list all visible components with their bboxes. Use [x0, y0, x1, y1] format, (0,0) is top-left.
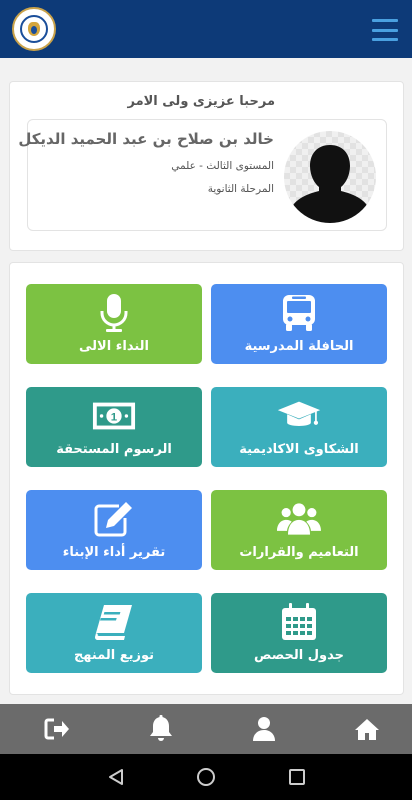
recents-icon[interactable] — [287, 767, 307, 787]
home-circle-icon[interactable] — [196, 767, 216, 787]
auto-call-label: النداء الالى — [79, 339, 149, 354]
circulars-tile[interactable]: التعاميم والقرارات — [211, 490, 387, 570]
sign-out-icon[interactable] — [42, 714, 72, 744]
school-bus-label: الحافلة المدرسية — [244, 339, 354, 354]
edit-icon — [92, 499, 136, 539]
class-schedule-tile[interactable]: جدول الحصص — [211, 593, 387, 673]
calendar-icon — [277, 602, 321, 642]
academic-complaints-label: الشكاوى الاكاديمية — [239, 442, 359, 457]
auto-call-tile[interactable]: النداء الالى — [26, 284, 202, 364]
fees-due-label: الرسوم المستحقة — [56, 442, 172, 457]
academic-complaints-tile[interactable]: الشكاوى الاكاديمية — [211, 387, 387, 467]
bell-icon[interactable] — [146, 714, 176, 744]
home-icon[interactable] — [352, 714, 382, 744]
school-logo — [12, 7, 56, 51]
svg-text:1: 1 — [111, 411, 118, 423]
services-grid: الحافلة المدرسية النداء الالى الشكاوى ال… — [9, 262, 404, 695]
app: مرحبا عزيزى ولى الامر خالد بن صلاح بن عب… — [0, 0, 412, 800]
book-icon — [92, 602, 136, 642]
curriculum-distribution-label: توزيع المنهج — [73, 648, 155, 663]
users-icon — [277, 499, 321, 539]
student-card[interactable]: خالد بن صلاح بن عبد الحميد الديكل المستو… — [18, 119, 387, 231]
class-schedule-label: جدول الحصص — [253, 648, 345, 663]
circulars-label: التعاميم والقرارات — [239, 545, 359, 560]
user-icon[interactable] — [249, 714, 279, 744]
performance-report-tile[interactable]: تقرير أداء الإبناء — [26, 490, 202, 570]
bus-icon — [277, 293, 321, 333]
bottom-nav — [0, 704, 412, 754]
app-header — [0, 0, 412, 58]
money-bill-icon: 1 — [92, 396, 136, 436]
avatar — [284, 131, 376, 223]
school-bus-tile[interactable]: الحافلة المدرسية — [211, 284, 387, 364]
student-stage: المرحلة الثانوية — [207, 183, 274, 195]
system-navigation-bar — [0, 754, 412, 800]
welcome-title: مرحبا عزيزى ولى الامر — [127, 94, 275, 109]
student-name: خالد بن صلاح بن عبد الحميد الديكل — [18, 130, 274, 148]
graduation-cap-icon — [277, 396, 321, 436]
welcome-card: مرحبا عزيزى ولى الامر خالد بن صلاح بن عب… — [9, 81, 404, 251]
back-icon[interactable] — [106, 767, 126, 787]
hamburger-menu-icon[interactable] — [372, 19, 398, 41]
logo-emblem-icon — [20, 15, 48, 43]
user-silhouette-icon — [291, 145, 369, 223]
microphone-icon — [92, 293, 136, 333]
student-level: المستوى الثالث - علمي — [171, 160, 274, 172]
fees-due-tile[interactable]: 1 الرسوم المستحقة — [26, 387, 202, 467]
curriculum-distribution-tile[interactable]: توزيع المنهج — [26, 593, 202, 673]
performance-report-label: تقرير أداء الإبناء — [62, 545, 166, 560]
